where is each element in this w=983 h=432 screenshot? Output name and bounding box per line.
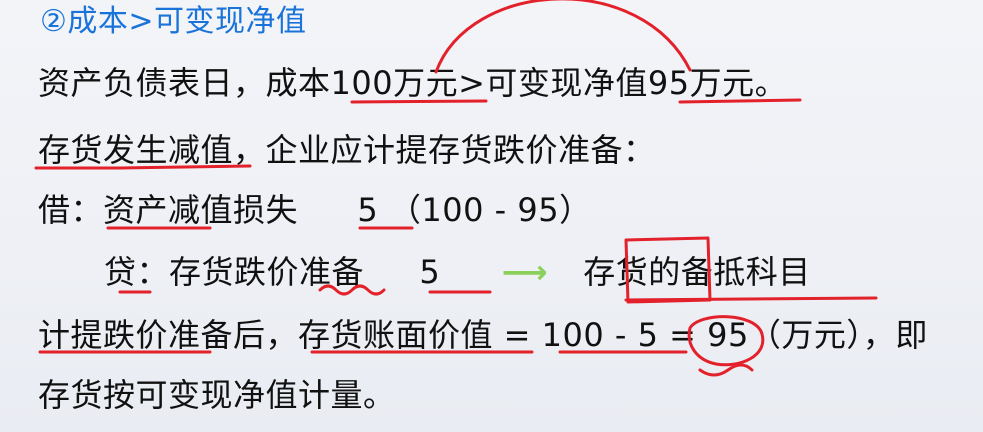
credit-label: 贷：: [104, 253, 170, 291]
annotation-squiggle-95: [698, 363, 754, 377]
paragraph-line-6: 存货按可变现净值计量。: [38, 376, 396, 414]
annotation-underline-note: [624, 296, 878, 302]
paragraph-line-1: 资产负债表日，成本100万元>可变现净值95万元。: [38, 64, 788, 102]
section-title: ②成本>可变现净值: [40, 4, 307, 39]
credit-account: 存货跌价准备: [169, 253, 365, 291]
debit-entry: 借：资产减值损失 5 （100 - 95）: [38, 190, 592, 230]
debit-account: 资产减值损失: [103, 191, 299, 229]
paragraph-line-5: 计提跌价准备后，存货账面价值 = 100 - 5 = 95（万元），即: [38, 316, 928, 354]
debit-amount: 5: [357, 191, 379, 229]
arrow-icon: ⟶: [501, 253, 548, 291]
debit-calculation: （100 - 95）: [388, 191, 592, 229]
annotation-arc: [434, 0, 692, 74]
contra-account-note: 存货的备抵科目: [583, 253, 811, 291]
credit-amount: 5: [419, 253, 441, 291]
debit-label: 借：: [38, 191, 104, 229]
paragraph-line-2: 存货发生减值，企业应计提存货跌价准备：: [38, 131, 656, 169]
credit-entry: 贷：存货跌价准备 5 ⟶ 存货的备抵科目: [38, 252, 811, 292]
